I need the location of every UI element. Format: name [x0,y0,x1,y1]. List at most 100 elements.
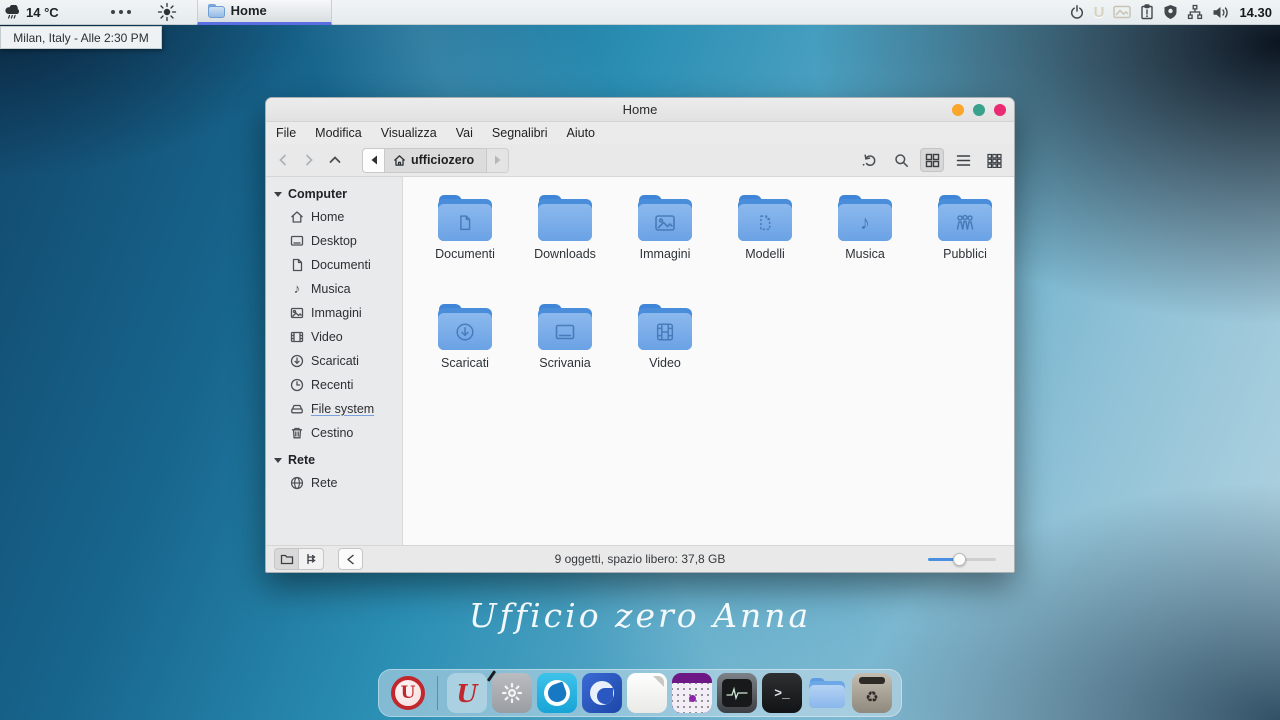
sidebar-item-recenti[interactable]: Recenti [266,373,402,397]
toolbar: ufficiozero [266,144,1014,177]
taskbar-button-home[interactable]: Home [197,0,332,25]
sidebar-item-label: Cestino [311,426,353,440]
sidebar-item-file-system[interactable]: File system [266,397,402,421]
taskbar-button-label: Home [231,3,267,18]
forward-button[interactable] [296,147,322,173]
dock-trash-button[interactable]: ♻ [852,673,892,713]
breadcrumb-location[interactable]: ufficiozero [385,148,487,173]
sidebar-item-video[interactable]: Video [266,325,402,349]
screenshot-icon[interactable] [1113,5,1131,19]
folder-label: Documenti [435,247,495,261]
folder-label: Modelli [745,247,785,261]
breadcrumb-label: ufficiozero [411,153,474,167]
folder-video[interactable]: Video [615,298,715,407]
download-icon [290,354,304,368]
dock-texteditor-button[interactable] [627,673,667,713]
folder-label: Scrivania [539,356,590,370]
terminal-icon: >_ [774,686,790,701]
search-icon[interactable] [889,148,913,172]
sidebar-item-documenti[interactable]: Documenti [266,253,402,277]
dock-mail-button[interactable] [582,673,622,713]
menu-file[interactable]: File [276,126,296,140]
network-icon[interactable] [1187,4,1203,20]
compact-view-button[interactable] [982,148,1006,172]
power-icon[interactable] [1069,4,1085,20]
titlebar[interactable]: Home [266,98,1014,122]
sidebar-item-musica[interactable]: ♪ Musica [266,277,402,301]
thunderbird-icon [590,681,614,705]
folder-downloads[interactable]: Downloads [515,189,615,298]
refresh-icon[interactable] [858,148,882,172]
sidebar: Computer Home Desktop Documenti ♪ Musica [266,177,403,545]
list-view-button[interactable] [951,148,975,172]
desktop: 14 °C Home U 14.30 Milan, Italy - Alle 2… [0,0,1280,720]
writer-icon: U [457,679,478,708]
brightness-applet[interactable] [149,0,185,24]
clipboard-icon[interactable] [1140,4,1154,20]
top-panel: 14 °C Home U 14.30 [0,0,1280,25]
sidebar-section-computer[interactable]: Computer [266,183,402,205]
folder-label: Downloads [534,247,596,261]
folder-pubblici[interactable]: Pubblici [915,189,1015,298]
weather-tooltip: Milan, Italy - Alle 2:30 PM [0,26,162,49]
breadcrumb-next-icon[interactable] [487,148,509,173]
ufficiozero-logo-icon: U [391,676,425,710]
icon-view-button[interactable] [920,148,944,172]
maximize-button[interactable] [973,104,985,116]
folder-immagini[interactable]: Immagini [615,189,715,298]
menubar: File Modifica Visualizza Vai Segnalibri … [266,122,1014,144]
dock: U U >_ [378,669,902,717]
menu-visualizza[interactable]: Visualizza [381,126,437,140]
music-emblem: ♪ [860,213,870,233]
sidebar-item-cestino[interactable]: Cestino [266,421,402,445]
volume-icon[interactable] [1212,5,1230,20]
breadcrumb-prev-icon[interactable] [362,148,385,173]
back-button[interactable] [270,147,296,173]
sidebar-item-label: Documenti [311,258,371,272]
shield-icon[interactable] [1163,4,1178,20]
ufficiozero-menu-button[interactable]: U [388,673,428,713]
folder-icon [438,304,492,350]
dock-file-manager-button[interactable] [807,673,847,713]
ufficiozero-tray-icon[interactable]: U [1094,4,1105,21]
dock-settings-button[interactable] [492,673,532,713]
folder-musica[interactable]: ♪ Musica [815,189,915,298]
sidebar-item-rete[interactable]: Rete [266,471,402,495]
menu-aiuto[interactable]: Aiuto [567,126,596,140]
panel-menu-icon[interactable] [103,0,139,24]
minimize-button[interactable] [952,104,964,116]
close-button[interactable] [994,104,1006,116]
sidebar-item-desktop[interactable]: Desktop [266,229,402,253]
video-icon [290,330,304,344]
menu-modifica[interactable]: Modifica [315,126,362,140]
slider-handle[interactable] [953,553,966,566]
menu-vai[interactable]: Vai [456,126,473,140]
menu-segnalibri[interactable]: Segnalibri [492,126,548,140]
folder-scaricati[interactable]: Scaricati [415,298,515,407]
dock-writer-button[interactable]: U [447,673,487,713]
folder-modelli[interactable]: Modelli [715,189,815,298]
zoom-slider[interactable] [928,552,996,566]
section-label: Computer [288,187,347,201]
sidebar-section-rete[interactable]: Rete [266,449,402,471]
folder-label: Video [649,356,681,370]
dock-system-monitor-button[interactable] [717,673,757,713]
dock-calendar-button[interactable] [672,673,712,713]
sidebar-item-immagini[interactable]: Immagini [266,301,402,325]
dock-terminal-button[interactable]: >_ [762,673,802,713]
sidebar-item-scaricati[interactable]: Scaricati [266,349,402,373]
folder-label: Immagini [640,247,691,261]
document-icon [290,258,304,272]
globe-icon [290,476,304,490]
music-icon: ♪ [290,284,304,294]
weather-applet[interactable]: 14 °C [0,0,67,24]
clock[interactable]: 14.30 [1239,5,1272,20]
dock-separator [437,676,438,710]
folder-icon [638,195,692,241]
image-icon [290,306,304,320]
up-button[interactable] [322,147,348,173]
sidebar-item-home[interactable]: Home [266,205,402,229]
folder-documenti[interactable]: Documenti [415,189,515,298]
dock-browser-button[interactable] [537,673,577,713]
folder-scrivania[interactable]: Scrivania [515,298,615,407]
